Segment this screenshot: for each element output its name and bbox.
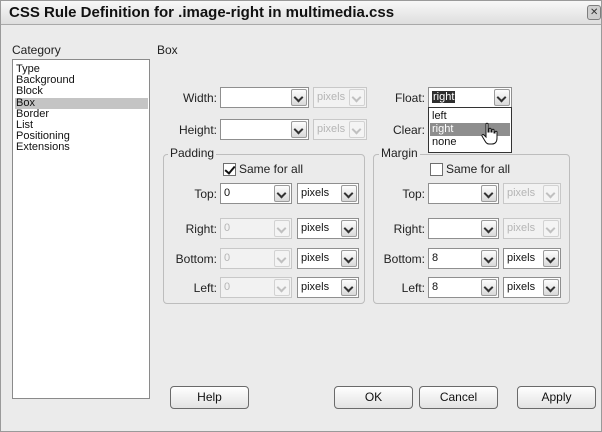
float-label: Float:	[394, 91, 425, 105]
padding-right-unit-select[interactable]: pixels	[297, 218, 359, 239]
margin-left-label: Left:	[401, 281, 425, 295]
panel-heading: Box	[157, 43, 178, 57]
padding-left-unit-value: pixels	[301, 281, 330, 293]
padding-right-value: 0	[224, 222, 231, 234]
chevron-down-icon[interactable]	[481, 220, 497, 237]
chevron-down-icon[interactable]	[543, 279, 559, 296]
padding-bottom-unit-value: pixels	[301, 252, 330, 264]
margin-same-for-all-checkbox[interactable]	[430, 163, 443, 176]
padding-top-unit-select[interactable]: pixels	[297, 183, 359, 204]
help-button[interactable]: Help	[170, 386, 249, 409]
padding-right-unit-value: pixels	[301, 222, 330, 234]
padding-same-for-all-label: Same for all	[239, 162, 304, 176]
padding-left-combo: 0	[220, 277, 292, 298]
width-unit-value: pixels	[317, 91, 346, 103]
margin-top-label: Top:	[402, 187, 425, 201]
chevron-down-icon	[349, 89, 365, 106]
chevron-down-icon	[349, 121, 365, 138]
category-item-block[interactable]: Block	[15, 86, 43, 97]
padding-same-for-all-checkbox[interactable]	[223, 163, 236, 176]
chevron-down-icon[interactable]	[543, 250, 559, 267]
padding-top-value: 0	[224, 187, 231, 199]
height-unit-select: pixels	[313, 119, 367, 140]
hand-cursor-icon	[481, 122, 498, 145]
margin-bottom-combo[interactable]: 8	[428, 248, 499, 269]
title-bar[interactable]: CSS Rule Definition for .image-right in …	[1, 1, 601, 25]
margin-top-unit-value: pixels	[507, 187, 536, 199]
chevron-down-icon[interactable]	[291, 89, 307, 106]
category-item-extensions[interactable]: Extensions	[15, 142, 70, 153]
padding-bottom-label: Bottom:	[175, 252, 217, 266]
window-title: CSS Rule Definition for .image-right in …	[9, 4, 395, 21]
float-option-right[interactable]: right	[430, 123, 510, 136]
padding-top-label: Top:	[194, 187, 217, 201]
chevron-down-icon[interactable]	[481, 279, 497, 296]
margin-same-for-all-label: Same for all	[446, 162, 511, 176]
margin-left-unit-select[interactable]: pixels	[503, 277, 561, 298]
float-option-left[interactable]: left	[430, 110, 510, 123]
chevron-down-icon[interactable]	[494, 89, 510, 106]
chevron-down-icon[interactable]	[341, 185, 357, 202]
margin-bottom-label: Bottom:	[383, 252, 425, 266]
padding-right-label: Right:	[185, 222, 217, 236]
chevron-down-icon[interactable]	[291, 121, 307, 138]
margin-left-combo[interactable]: 8	[428, 277, 499, 298]
chevron-down-icon[interactable]	[274, 185, 290, 202]
chevron-down-icon	[274, 250, 290, 267]
width-combo[interactable]	[220, 87, 309, 108]
margin-right-combo[interactable]	[428, 218, 499, 239]
margin-bottom-unit-select[interactable]: pixels	[503, 248, 561, 269]
padding-bottom-combo: 0	[220, 248, 292, 269]
cancel-button[interactable]: Cancel	[419, 386, 498, 409]
apply-button[interactable]: Apply	[517, 386, 596, 409]
clear-label: Clear:	[392, 123, 425, 137]
margin-top-combo[interactable]	[428, 183, 499, 204]
margin-left-unit-value: pixels	[507, 281, 536, 293]
ok-button[interactable]: OK	[334, 386, 413, 409]
height-unit-value: pixels	[317, 123, 346, 135]
chevron-down-icon[interactable]	[341, 279, 357, 296]
height-label: Height:	[178, 123, 217, 137]
padding-legend: Padding	[168, 146, 217, 160]
close-icon[interactable]: ✕	[587, 5, 601, 20]
padding-top-combo[interactable]: 0	[220, 183, 292, 204]
float-select[interactable]: right	[428, 87, 512, 108]
padding-left-unit-select[interactable]: pixels	[297, 277, 359, 298]
padding-top-unit-value: pixels	[301, 187, 330, 199]
margin-bottom-unit-value: pixels	[507, 252, 536, 264]
margin-legend: Margin	[379, 146, 420, 160]
float-dropdown-list[interactable]: left right none	[428, 107, 512, 153]
margin-right-unit-select: pixels	[503, 218, 561, 239]
float-option-none[interactable]: none	[430, 136, 510, 149]
css-rule-definition-dialog: CSS Rule Definition for .image-right in …	[0, 0, 602, 432]
margin-right-label: Right:	[393, 222, 425, 236]
chevron-down-icon[interactable]	[341, 220, 357, 237]
category-list[interactable]: Type Background Block Box Border List Po…	[12, 59, 150, 399]
margin-top-unit-select: pixels	[503, 183, 561, 204]
chevron-down-icon	[274, 220, 290, 237]
height-combo[interactable]	[220, 119, 309, 140]
padding-bottom-unit-select[interactable]: pixels	[297, 248, 359, 269]
margin-bottom-value: 8	[432, 252, 439, 264]
margin-left-value: 8	[432, 281, 439, 293]
margin-right-unit-value: pixels	[507, 222, 536, 234]
width-label: Width:	[182, 91, 217, 105]
float-value: right	[432, 91, 456, 103]
chevron-down-icon	[543, 185, 559, 202]
category-heading: Category	[12, 43, 61, 57]
chevron-down-icon	[274, 279, 290, 296]
padding-left-value: 0	[224, 281, 231, 293]
chevron-down-icon	[543, 220, 559, 237]
chevron-down-icon[interactable]	[341, 250, 357, 267]
chevron-down-icon[interactable]	[481, 185, 497, 202]
width-unit-select: pixels	[313, 87, 367, 108]
padding-right-combo: 0	[220, 218, 292, 239]
padding-bottom-value: 0	[224, 252, 231, 264]
chevron-down-icon[interactable]	[481, 250, 497, 267]
padding-left-label: Left:	[193, 281, 217, 295]
